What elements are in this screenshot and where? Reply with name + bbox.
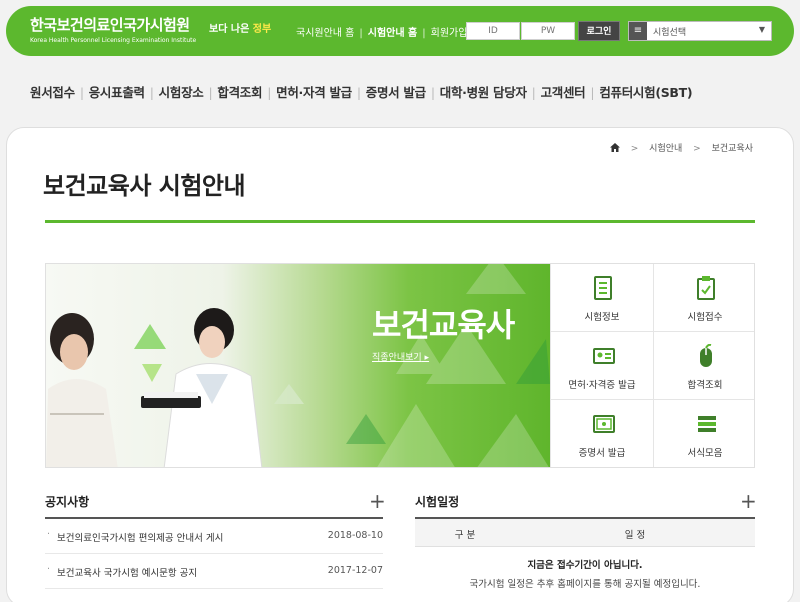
nav-admission-ticket[interactable]: 응시표출력 <box>89 85 145 100</box>
nav-license-issue[interactable]: 면허·자격 발급 <box>276 85 352 100</box>
id-card-icon <box>593 344 615 368</box>
notice-more-button[interactable]: + <box>369 489 386 513</box>
site-logo[interactable]: 한국보건의료인국가시험원 Korea Health Personnel Lice… <box>30 14 196 44</box>
login-id-input[interactable] <box>466 22 520 40</box>
menu-icon: ≡ <box>629 22 647 40</box>
home-icon[interactable] <box>609 143 623 154</box>
nav-customer-center[interactable]: 고객센터 <box>541 85 586 100</box>
bullet: · <box>47 564 51 575</box>
divider: | <box>359 28 363 39</box>
schedule-title: 시험일정 <box>415 495 460 509</box>
quick-label: 증명서 발급 <box>578 448 626 459</box>
exam-select-dropdown[interactable]: ≡ 시험선택 ▼ <box>628 21 772 41</box>
divider: | <box>208 85 213 100</box>
divider: | <box>430 85 435 100</box>
mouse-icon <box>696 343 716 368</box>
profession-banner: 보건교육사 직종안내보기 ▸ 시험정보 시험접수 면허·자격증 발급 합격조회 … <box>45 263 755 468</box>
chevron-right-icon: > <box>630 144 639 154</box>
notice-row-title: 보건의료인국가시험 편의제공 안내서 게시 <box>57 533 224 544</box>
login-button[interactable]: 로그인 <box>578 21 620 41</box>
quick-label: 서식모음 <box>687 448 723 459</box>
slogan-prefix: 보다 나은 <box>209 24 250 35</box>
schedule-notice-message: 국가시험 일정은 추후 홈페이지를 통해 공지될 예정입니다. <box>469 579 701 590</box>
logo-korean-text: 한국보건의료인국가시험원 <box>30 16 190 34</box>
exam-schedule-section: 시험일정 + 구 분 일 정 지금은 접수기간이 아닙니다. 국가시험 일정은 … <box>415 489 757 590</box>
breadcrumb-item[interactable]: 시험안내 <box>649 144 682 154</box>
quick-label: 합격조회 <box>687 380 723 391</box>
document-list-icon <box>593 276 613 300</box>
divider: | <box>531 85 536 100</box>
nav-university-hospital[interactable]: 대학·병원 담당자 <box>440 85 527 100</box>
quick-forms[interactable]: 서식모음 <box>653 400 754 467</box>
nav-certificate-issue[interactable]: 증명서 발급 <box>366 85 426 100</box>
quick-label: 시험정보 <box>584 312 620 323</box>
quick-certificate-issue[interactable]: 증명서 발급 <box>550 400 653 467</box>
profession-info-link[interactable]: 직종안내보기 ▸ <box>372 350 429 363</box>
banner-title: 보건교육사 <box>372 306 515 344</box>
caret-down-icon: ▼ <box>758 25 765 34</box>
schedule-more-button[interactable]: + <box>740 489 757 513</box>
profession-info-link-label: 직종안내보기 <box>372 353 422 363</box>
divider: | <box>79 85 84 100</box>
header-bar: 한국보건의료인국가시험원 Korea Health Personnel Lice… <box>6 6 794 56</box>
column-category: 구 분 <box>454 530 476 541</box>
quick-exam-application[interactable]: 시험접수 <box>653 264 754 332</box>
title-underline <box>45 220 755 223</box>
nav-pass-check[interactable]: 합격조회 <box>217 85 262 100</box>
stacked-forms-icon <box>696 412 716 436</box>
quick-exam-info[interactable]: 시험정보 <box>550 264 653 332</box>
quick-pass-check[interactable]: 합격조회 <box>653 332 754 400</box>
notice-row[interactable]: · 보건의료인국가시험 편의제공 안내서 게시 2018-08-10 <box>45 519 383 554</box>
clipboard-check-icon <box>696 276 716 300</box>
column-schedule: 일 정 <box>624 530 646 541</box>
breadcrumb-item[interactable]: 보건교육사 <box>712 144 753 154</box>
government-slogan: 보다 나은 정부 <box>209 20 271 35</box>
breadcrumb: > 시험안내 > 보건교육사 <box>609 141 753 154</box>
divider: | <box>590 85 595 100</box>
notice-row-title: 보건교육사 국가시험 예시문항 공지 <box>57 568 198 579</box>
slogan-highlight: 정부 <box>252 24 272 35</box>
quick-label: 면허·자격증 발급 <box>568 380 636 391</box>
chevron-right-icon: > <box>693 144 701 154</box>
banner-image: 보건교육사 직종안내보기 ▸ <box>46 264 550 467</box>
notice-row[interactable]: · 보건교육사 국가시험 예시문항 공지 2017-12-07 <box>45 554 383 589</box>
page-title: 보건교육사 시험안내 <box>43 172 246 200</box>
schedule-status-message: 지금은 접수기간이 아닙니다. <box>527 560 643 571</box>
exam-home-link[interactable]: 시험안내 홈 <box>368 28 417 39</box>
notice-row-date: 2018-08-10 <box>327 530 383 541</box>
top-links: 국시원안내 홈 | 시험안내 홈 | 회원가입 <box>296 24 467 39</box>
bullet: · <box>47 529 51 540</box>
content-panel: > 시험안내 > 보건교육사 보건교육사 시험안내 보건교육사 직종안내보기 ▸… <box>6 127 794 602</box>
nav-exam-location[interactable]: 시험장소 <box>159 85 204 100</box>
divider: | <box>267 85 272 100</box>
quick-link-grid: 시험정보 시험접수 면허·자격증 발급 합격조회 증명서 발급 서식모음 <box>550 264 754 467</box>
quick-label: 시험접수 <box>687 312 723 323</box>
institute-home-link[interactable]: 국시원안내 홈 <box>296 28 354 39</box>
divider: | <box>356 85 361 100</box>
signup-link[interactable]: 회원가입 <box>431 28 468 39</box>
notice-section: 공지사항 + · 보건의료인국가시험 편의제공 안내서 게시 2018-08-1… <box>45 489 386 589</box>
quick-license-issue[interactable]: 면허·자격증 발급 <box>550 332 653 400</box>
nav-computer-exam[interactable]: 컴퓨터시험(SBT) <box>599 85 692 100</box>
notice-title: 공지사항 <box>45 495 90 509</box>
divider: | <box>422 28 426 39</box>
schedule-table-header: 구 분 일 정 <box>415 519 755 547</box>
logo-english-text: Korea Health Personnel Licensing Examina… <box>30 37 197 44</box>
certificate-icon <box>593 412 615 436</box>
notice-row-date: 2017-12-07 <box>327 565 383 576</box>
divider: | <box>149 85 154 100</box>
login-pw-input[interactable] <box>521 22 575 40</box>
nav-application[interactable]: 원서접수 <box>30 85 75 100</box>
global-navigation: 원서접수 | 응시표출력 | 시험장소 | 합격조회 | 면허·자격 발급 | 증명서 발급 | 대학·… <box>30 82 693 101</box>
exam-select-value: 시험선택 <box>653 28 687 38</box>
